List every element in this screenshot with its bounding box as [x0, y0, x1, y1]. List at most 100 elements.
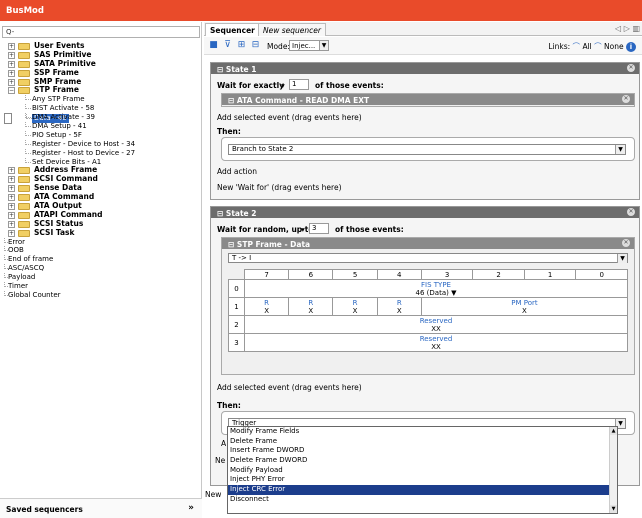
expand-icon[interactable]: +	[8, 211, 15, 219]
add-selected-event-dropzone[interactable]: Add selected event (drag events here)	[217, 383, 362, 392]
event-stp-frame-data: ⊟ STP Frame - Data ✕ T -> I ▼ 7 6 5 4 3 2 …	[221, 237, 635, 375]
link-all-icon: ⌒	[572, 42, 581, 51]
expand-icon[interactable]: +	[8, 43, 15, 50]
action-select[interactable]: Branch to State 2 ▼	[228, 144, 626, 155]
tree-item[interactable]: DMA Setup - 41	[4, 122, 200, 131]
expand-icon[interactable]: +	[8, 60, 15, 68]
saved-sequencers-label: Saved sequencers	[6, 505, 83, 514]
dropdown-option[interactable]: Modify Payload	[228, 466, 617, 476]
dropdown-option[interactable]: Delete Frame	[228, 437, 617, 447]
links-all-button[interactable]: All	[582, 42, 591, 51]
tree-leaf[interactable]: ASC/ASCQ	[4, 264, 200, 273]
tree-item[interactable]: PIO Setup - 5F	[4, 130, 200, 140]
expand-icon[interactable]: +	[8, 51, 15, 59]
title-bar: BusMod	[0, 0, 642, 21]
collapse-icon[interactable]: ⊟	[217, 65, 223, 74]
wait-count-input[interactable]: 3	[309, 223, 329, 234]
tree-leaf[interactable]: Error	[4, 237, 200, 247]
add-action-link[interactable]: Add action	[217, 167, 257, 176]
expand-icon[interactable]: +	[8, 78, 15, 86]
field-r[interactable]: RX	[288, 297, 334, 316]
close-icon[interactable]: ✕	[622, 239, 630, 247]
info-icon[interactable]: i	[626, 42, 636, 52]
dropdown-option[interactable]: Modify Frame Fields	[228, 427, 617, 437]
dropdown-option[interactable]: Disconnect	[228, 495, 617, 505]
close-icon[interactable]: ✕	[627, 208, 635, 216]
saved-sequencers-panel[interactable]: Saved sequencers »	[0, 498, 202, 518]
tab-nav-arrows-icon[interactable]: ◁ ▷ ▥	[615, 24, 640, 33]
state-2-title: State 2	[225, 209, 257, 218]
wait-for-label: Wait for random, up to	[217, 225, 314, 234]
tree-group[interactable]: + SCSI Task	[4, 228, 200, 238]
collapse-icon[interactable]: −	[8, 87, 15, 95]
field-pm-port[interactable]: PM Port X	[420, 297, 629, 316]
tree-leaf[interactable]: Global Counter	[4, 290, 200, 300]
tree-item[interactable]: Any STP Frame	[4, 95, 200, 104]
dropdown-scrollbar[interactable]: ▲ ▼	[609, 427, 617, 513]
mode-select[interactable]: Injec... ▼	[289, 40, 329, 51]
of-events-label: of those events:	[335, 225, 404, 234]
collapse-icon[interactable]: ⊟	[217, 209, 223, 218]
action-dropdown-list[interactable]: Modify Frame Fields Delete Frame Insert …	[227, 426, 618, 514]
scroll-down-icon[interactable]: ▼	[610, 505, 617, 513]
field-r[interactable]: RX	[243, 297, 290, 316]
tree-leaf[interactable]: End of frame	[4, 255, 200, 264]
layout-icon[interactable]: ⊟	[250, 40, 261, 51]
close-icon[interactable]: ✕	[627, 64, 635, 72]
close-icon[interactable]: ✕	[622, 95, 630, 103]
new-wait-for-partial[interactable]: Ne	[215, 456, 225, 465]
dropdown-option-highlighted[interactable]: Inject CRC Error	[228, 485, 617, 495]
tree-leaf[interactable]: OOB	[4, 246, 200, 255]
new-wait-for-dropzone[interactable]: New 'Wait for' (drag events here)	[217, 183, 342, 192]
chevron-down-icon[interactable]: ▾	[281, 81, 285, 90]
event-tree: + User Events + SAS Primitive + SATA Primit…	[4, 41, 200, 300]
expand-icon[interactable]: +	[8, 220, 15, 228]
links-none-button[interactable]: None	[604, 42, 624, 51]
collapse-icon[interactable]: ⊟	[228, 240, 234, 249]
field-r[interactable]: RX	[332, 297, 378, 316]
tree-leaf[interactable]: Timer	[4, 282, 200, 291]
expand-icon[interactable]: +	[8, 194, 15, 202]
event-header[interactable]: ⊟ ATA Command - READ DMA EXT ✕	[222, 94, 634, 105]
tree-group-stp[interactable]: − STP Frame	[4, 86, 200, 95]
chevron-down-icon[interactable]: ▾	[301, 225, 305, 234]
save-icon[interactable]: ■	[208, 40, 219, 51]
state-2-header[interactable]: ⊟ State 2 ✕	[211, 207, 639, 218]
expand-icon[interactable]: +	[8, 167, 15, 175]
expand-icon[interactable]: +	[8, 229, 15, 237]
event-header[interactable]: ⊟ STP Frame - Data ✕	[222, 238, 634, 249]
field-reserved[interactable]: Reserved XX	[244, 333, 628, 352]
field-r[interactable]: RX	[376, 297, 422, 316]
tree-leaf[interactable]: Payload	[4, 273, 200, 282]
collapse-icon[interactable]: ⊟	[228, 96, 234, 105]
dropdown-option[interactable]: Delete Frame DWORD	[228, 456, 617, 466]
tree-item[interactable]: Register - Host to Device - 27	[4, 148, 200, 158]
add-action-link-partial[interactable]: A	[221, 439, 226, 448]
direction-select[interactable]: T -> I ▼	[228, 253, 628, 263]
sequencer-content: ⊟ State 1 ✕ Wait for exactly ▾ 1 of thos…	[204, 56, 642, 518]
tree-item[interactable]: Register - Device to Host - 34	[4, 139, 200, 149]
add-selected-event-dropzone[interactable]: Add selected event (drag events here)	[217, 113, 362, 122]
collapse-chevron-icon[interactable]: »	[188, 503, 194, 513]
dropdown-option[interactable]: Insert Frame DWORD	[228, 446, 617, 456]
expand-icon[interactable]: +	[8, 69, 15, 77]
wait-count-input[interactable]: 1	[289, 79, 309, 90]
search-input[interactable]: Q-	[2, 26, 200, 38]
expand-icon[interactable]: +	[8, 203, 15, 211]
tree-item[interactable]: DMA Activate - 39	[4, 113, 200, 122]
state-1-header[interactable]: ⊟ State 1 ✕	[211, 63, 639, 74]
tree-item[interactable]: BIST Activate - 58	[4, 104, 200, 113]
field-fis-type[interactable]: FIS TYPE 46 (Data) ▼	[244, 279, 628, 298]
of-events-label: of those events:	[315, 81, 384, 90]
filter-icon[interactable]: ⊽	[222, 40, 233, 51]
folder-icon	[18, 51, 30, 59]
expand-icon[interactable]: +	[8, 176, 15, 184]
new-state-partial[interactable]: New	[205, 490, 221, 499]
expand-icon[interactable]: +	[8, 185, 15, 193]
field-reserved[interactable]: Reserved XX	[244, 315, 628, 334]
scroll-up-icon[interactable]: ▲	[610, 427, 617, 435]
event-ata-command: ⊟ ATA Command - READ DMA EXT ✕	[221, 93, 635, 107]
tree-expand-icon[interactable]: ⊞	[236, 40, 247, 51]
tab-new-sequencer[interactable]: New sequencer	[258, 23, 326, 36]
dropdown-option[interactable]: Inject PHY Error	[228, 475, 617, 485]
